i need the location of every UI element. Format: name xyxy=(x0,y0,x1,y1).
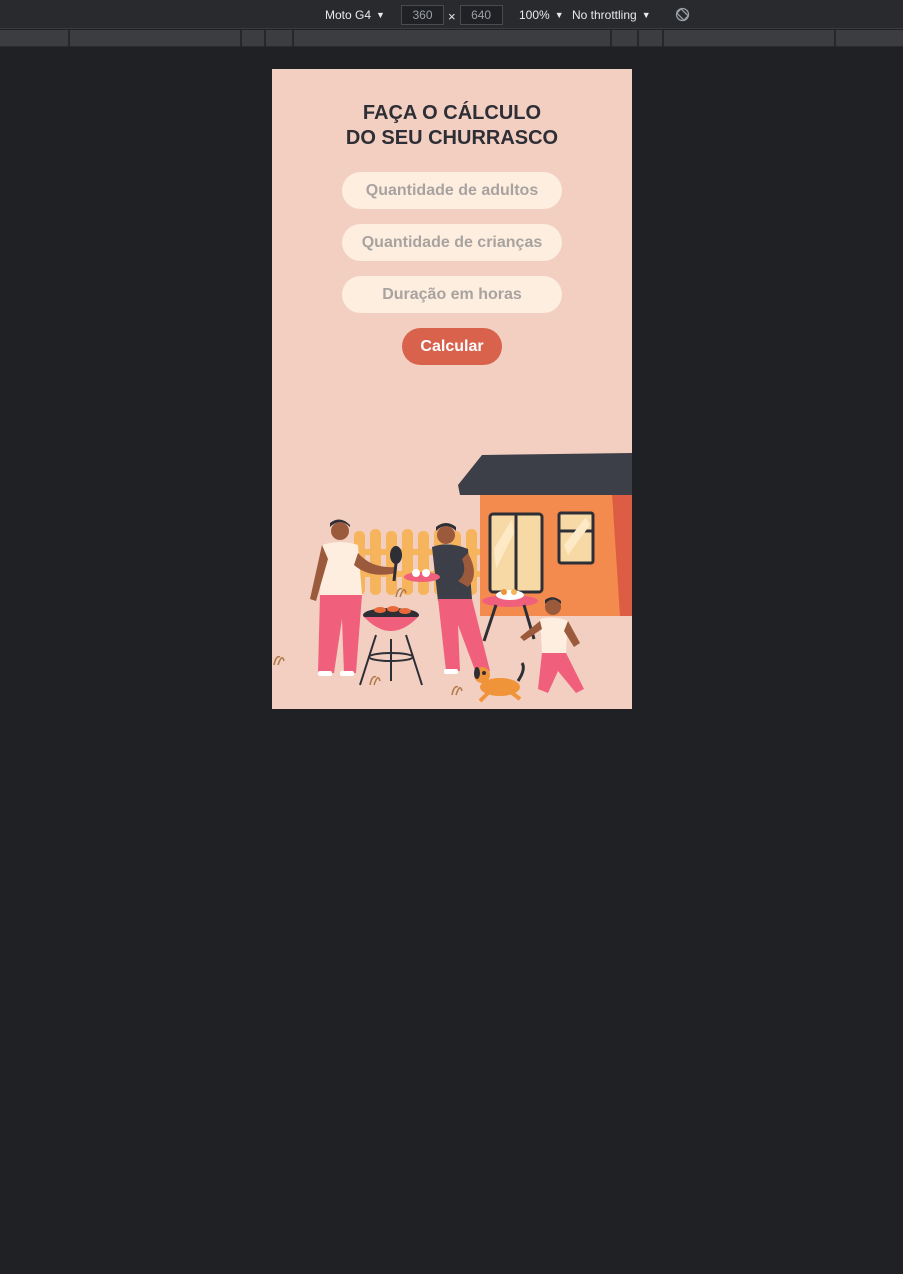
dimension-separator: × xyxy=(448,8,456,24)
ruler-tick xyxy=(240,30,242,47)
device-viewport: FAÇA O CÁLCULO DO SEU CHURRASCO Calcular xyxy=(272,69,632,709)
ruler-tick xyxy=(292,30,294,47)
chevron-down-icon: ▼ xyxy=(376,9,385,20)
device-select-label: Moto G4 xyxy=(325,7,372,22)
chevron-down-icon: ▼ xyxy=(554,9,564,20)
dog-illustration xyxy=(474,662,525,703)
throttling-select[interactable]: No throttling ▼ xyxy=(572,0,651,29)
ruler-tick xyxy=(264,30,266,47)
media-query-bar[interactable] xyxy=(0,30,903,47)
grill-illustration xyxy=(359,606,423,686)
ruler-tick xyxy=(610,30,612,47)
ruler-tick xyxy=(662,30,664,47)
rotate-button[interactable] xyxy=(675,0,690,29)
ruler-tick xyxy=(637,30,639,47)
viewport-height-input[interactable]: 640 xyxy=(459,4,503,25)
house-illustration xyxy=(458,453,632,616)
viewport-width-input[interactable]: 360 xyxy=(401,4,444,25)
person-illustration xyxy=(404,523,490,674)
calculate-button[interactable]: Calcular xyxy=(402,328,502,365)
zoom-select-label: 100% xyxy=(519,7,550,22)
zoom-select[interactable]: 100% ▼ xyxy=(519,0,564,29)
page-title: FAÇA O CÁLCULO DO SEU CHURRASCO xyxy=(272,101,632,151)
throttling-select-label: No throttling xyxy=(572,7,637,22)
ruler-tick xyxy=(834,30,836,47)
adults-input[interactable] xyxy=(342,172,562,209)
grass-illustration xyxy=(273,587,463,696)
chevron-down-icon: ▼ xyxy=(641,9,651,20)
children-input[interactable] xyxy=(342,224,562,261)
title-line-1: FAÇA O CÁLCULO xyxy=(362,102,542,124)
rotate-icon xyxy=(675,7,690,22)
device-select[interactable]: Moto G4 ▼ xyxy=(325,0,385,29)
devtools-device-toolbar: Moto G4 ▼ 360 × 640 100% ▼ No throttling… xyxy=(0,0,903,29)
barbecue-party-illustration xyxy=(273,453,632,703)
title-line-2: DO SEU CHURRASCO xyxy=(345,127,559,149)
ruler-tick xyxy=(68,30,70,47)
duration-input[interactable] xyxy=(342,276,562,313)
